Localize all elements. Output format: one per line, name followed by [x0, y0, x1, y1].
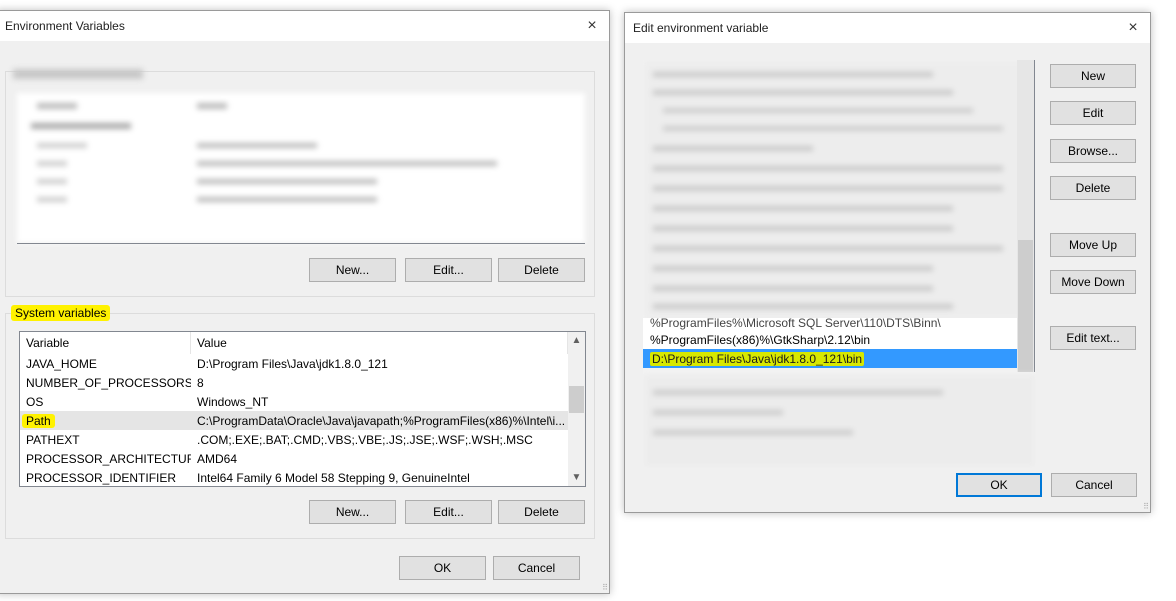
blurred-entries-bottom — [643, 374, 1036, 468]
column-header-value[interactable]: Value — [191, 332, 568, 354]
variable-name: PROCESSOR_IDENTIFIER — [26, 470, 177, 485]
user-list-bottom-border — [17, 243, 585, 244]
variable-value: D:\Program Files\Java\jdk1.8.0_121 — [197, 356, 388, 371]
table-row[interactable]: NUMBER_OF_PROCESSORS 8 — [20, 373, 585, 392]
list-border-right — [1034, 60, 1035, 372]
close-icon[interactable]: × — [1122, 17, 1144, 39]
list-scrollbar[interactable] — [1017, 60, 1034, 372]
variable-name: JAVA_HOME — [26, 356, 97, 371]
system-variables-label: System variables — [11, 305, 111, 321]
table-row[interactable]: PROCESSOR_IDENTIFIER Intel64 Family 6 Mo… — [20, 468, 585, 486]
window-title: Edit environment variable — [633, 21, 769, 35]
variable-value: AMD64 — [197, 451, 238, 466]
table-row[interactable]: JAVA_HOME D:\Program Files\Java\jdk1.8.0… — [20, 354, 585, 373]
table-row[interactable]: PATHEXT .COM;.EXE;.BAT;.CMD;.VBS;.VBE;.J… — [20, 430, 585, 449]
system-new-button[interactable]: New... — [309, 500, 396, 524]
edit-text-button[interactable]: Edit text... — [1050, 326, 1136, 350]
system-delete-button[interactable]: Delete — [498, 500, 585, 524]
variable-name: PATHEXT — [26, 432, 80, 447]
visible-entries: %ProgramFiles%\Microsoft SQL Server\110\… — [643, 318, 1017, 368]
scroll-thumb[interactable] — [1018, 240, 1033, 372]
scroll-thumb[interactable] — [569, 386, 584, 413]
resize-grip-icon[interactable]: ⠿ — [602, 584, 608, 592]
list-item-selected[interactable]: D:\Program Files\Java\jdk1.8.0_121\bin — [643, 349, 1017, 368]
highlighted-path: Path — [22, 413, 55, 428]
scroll-up-icon[interactable]: ▲ — [568, 332, 585, 349]
table-row-selected[interactable]: Path C:\ProgramData\Oracle\Java\javapath… — [20, 411, 585, 430]
title-bar: Edit environment variable × — [625, 13, 1150, 43]
table-row[interactable]: OS Windows_NT — [20, 392, 585, 411]
variable-name: NUMBER_OF_PROCESSORS — [26, 375, 191, 390]
close-icon[interactable]: × — [581, 15, 603, 37]
delete-button[interactable]: Delete — [1050, 176, 1136, 200]
move-up-button[interactable]: Move Up — [1050, 233, 1136, 257]
variable-value: C:\ProgramData\Oracle\Java\javapath;%Pro… — [197, 413, 566, 428]
variable-value: .COM;.EXE;.BAT;.CMD;.VBS;.VBE;.JS;.JSE;.… — [197, 432, 533, 447]
ok-button[interactable]: OK — [399, 556, 486, 580]
blurred-entries-top — [643, 60, 1036, 320]
user-variables-list[interactable] — [17, 93, 585, 243]
list-item[interactable]: %ProgramFiles%\Microsoft SQL Server\110\… — [643, 318, 1017, 330]
title-bar: Environment Variables × — [0, 11, 609, 41]
variable-name: PROCESSOR_ARCHITECTURE — [26, 451, 191, 466]
resize-grip-icon[interactable]: ⠿ — [1143, 503, 1149, 511]
vertical-scrollbar[interactable]: ▲ ▼ — [568, 332, 585, 486]
user-edit-button[interactable]: Edit... — [405, 258, 492, 282]
new-button[interactable]: New — [1050, 64, 1136, 88]
window-title: Environment Variables — [5, 19, 125, 33]
edit-button[interactable]: Edit — [1050, 101, 1136, 125]
variable-value: Windows_NT — [197, 394, 269, 409]
list-header: Variable Value — [20, 332, 585, 354]
variable-value: Intel64 Family 6 Model 58 Stepping 9, Ge… — [197, 470, 470, 485]
variable-name: OS — [26, 394, 44, 409]
scroll-down-icon[interactable]: ▼ — [568, 469, 585, 486]
table-row[interactable]: PROCESSOR_ARCHITECTURE AMD64 — [20, 449, 585, 468]
user-variables-label — [13, 69, 143, 79]
user-new-button[interactable]: New... — [309, 258, 396, 282]
variable-value: 8 — [197, 375, 204, 390]
browse-button[interactable]: Browse... — [1050, 139, 1136, 163]
edit-environment-variable-window: Edit environment variable × %ProgramFile… — [624, 12, 1151, 513]
path-entries-list[interactable]: %ProgramFiles%\Microsoft SQL Server\110\… — [643, 60, 1036, 468]
system-variables-list[interactable]: Variable Value JAVA_HOME D:\Program File… — [19, 331, 586, 487]
environment-variables-window: Environment Variables × New... Edit... D… — [0, 10, 610, 594]
move-down-button[interactable]: Move Down — [1050, 270, 1136, 294]
user-delete-button[interactable]: Delete — [498, 258, 585, 282]
variable-name: Path — [20, 413, 191, 428]
system-edit-button[interactable]: Edit... — [405, 500, 492, 524]
cancel-button[interactable]: Cancel — [1051, 473, 1137, 497]
ok-button[interactable]: OK — [956, 473, 1042, 497]
list-item[interactable]: %ProgramFiles(x86)%\GtkSharp\2.12\bin — [643, 330, 1017, 349]
cancel-button[interactable]: Cancel — [493, 556, 580, 580]
column-header-variable[interactable]: Variable — [20, 332, 191, 354]
